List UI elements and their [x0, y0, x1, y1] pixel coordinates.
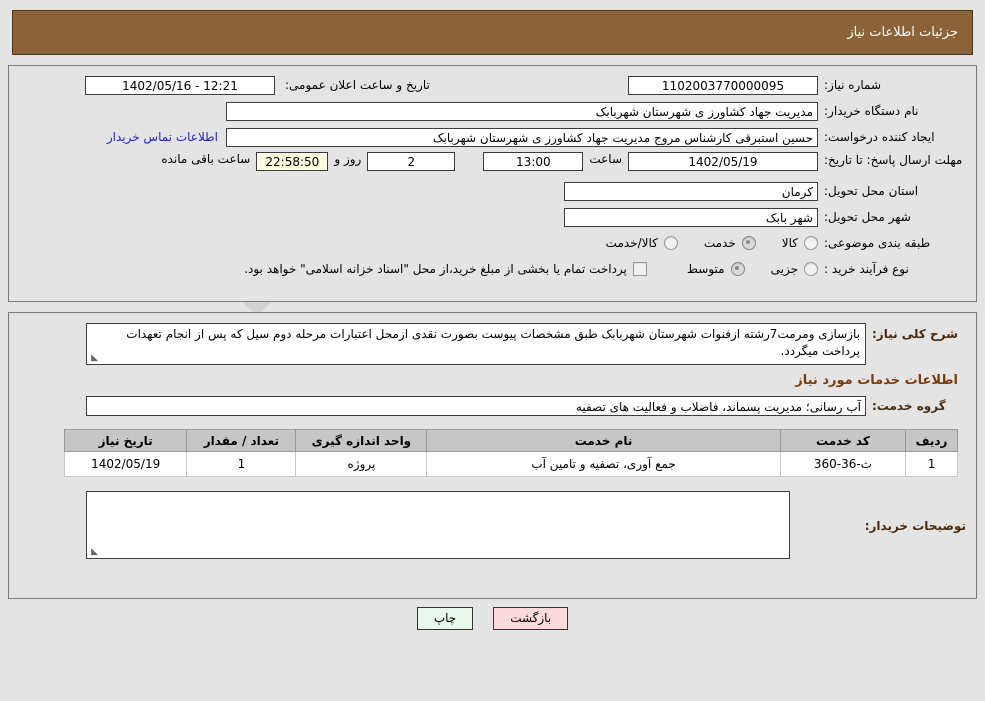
column-header-name: نام خدمت [426, 429, 781, 452]
services-table: ردیف کد خدمت نام خدمت واحد اندازه گیری ت… [63, 429, 958, 477]
radio-icon[interactable] [804, 236, 818, 250]
need-number-value: 1102003770000095 [628, 75, 818, 95]
column-header-code: کد خدمت [779, 429, 907, 452]
deadline-time-label: ساعت [589, 152, 622, 166]
treasury-bond-checkbox-option[interactable]: پرداخت تمام یا بخشی از مبلغ خرید،از محل … [244, 262, 647, 276]
radio-icon[interactable] [663, 236, 678, 250]
row-city: شهر محل تحویل: شهر بابک [19, 206, 966, 228]
column-header-need-date: تاریخ نیاز [63, 429, 188, 452]
services-heading: اطلاعات خدمات مورد نیاز [795, 373, 958, 388]
cell-quantity: 1 [186, 451, 297, 477]
buyer-org-label: نام دستگاه خریدار: [824, 104, 919, 118]
requester-value: حسین استبرقی کارشناس مروج مدیریت جهاد کش… [226, 127, 818, 147]
treasury-bond-checkbox-label: پرداخت تمام یا بخشی از مبلغ خرید،از محل … [244, 262, 627, 276]
deadline-date-value: 1402/05/19 [628, 152, 818, 171]
column-header-radif: ردیف [905, 429, 958, 452]
announce-datetime-value: 12:21 - 1402/05/16 [85, 75, 275, 95]
service-group-label: گروه خدمت: [872, 399, 946, 413]
checkbox-icon[interactable] [632, 262, 647, 276]
announce-datetime-label: تاریخ و ساعت اعلان عمومی: [285, 78, 430, 92]
table-header-row: ردیف کد خدمت نام خدمت واحد اندازه گیری ت… [63, 429, 958, 452]
city-label: شهر محل تحویل: [824, 210, 911, 224]
purchase-type-label: نوع فرآیند خرید : [824, 262, 909, 276]
row-requester: ایجاد کننده درخواست: حسین استبرقی کارشنا… [19, 126, 966, 148]
category-radio-group: کالا خدمت کالا/خدمت [580, 236, 818, 250]
purchase-type-option-label: متوسط [686, 262, 725, 276]
deadline-label: مهلت ارسال پاسخ: تا تاریخ: [824, 153, 963, 167]
general-description-label: شرح کلی نیاز: [872, 327, 958, 341]
table-row: 1 ث-36-360 جمع آوری، تصفیه و تامین آب پر… [63, 451, 958, 477]
category-option-kala[interactable]: کالا [782, 236, 818, 250]
cell-name: جمع آوری، تصفیه و تامین آب [426, 451, 781, 477]
need-info-panel: شماره نیاز: 1102003770000095 تاریخ و ساع… [8, 65, 977, 302]
row-general-description: شرح کلی نیاز: بازسازی ومرمت7رشته ازفنوات… [19, 323, 966, 365]
services-panel: شرح کلی نیاز: بازسازی ومرمت7رشته ازفنوات… [8, 312, 977, 599]
row-category: طبقه بندی موضوعی: کالا خدمت کالا/خدمت [19, 232, 966, 254]
need-number-label: شماره نیاز: [824, 78, 881, 92]
column-header-quantity: تعداد / مقدار [186, 429, 297, 452]
deadline-countdown-label: ساعت باقی مانده [161, 152, 251, 166]
back-button[interactable]: بازگشت [493, 607, 569, 630]
deadline-countdown-value: 22:58:50 [256, 152, 329, 171]
row-deadline: مهلت ارسال پاسخ: تا تاریخ: 1402/05/19 سا… [19, 152, 966, 174]
buyer-notes-label: توضیحات خریدار: [864, 519, 966, 533]
deadline-time-value: 13:00 [483, 152, 584, 171]
resize-grip-icon[interactable]: ◣ [89, 548, 98, 557]
service-group-value: آب رسانی؛ مدیریت پسماند، فاضلاب و فعالیت… [86, 396, 866, 416]
purchase-type-radio-group: جزیی متوسط [661, 262, 818, 276]
buyer-org-value: مدیریت جهاد کشاورز ی شهرستان شهربابک [226, 101, 818, 121]
deadline-days-label: روز و [334, 152, 362, 166]
cell-unit: پروژه [295, 451, 428, 477]
category-option-khedmat[interactable]: خدمت [704, 236, 756, 250]
footer-actions: بازگشت چاپ [0, 607, 985, 630]
purchase-type-option-motevaset[interactable]: متوسط [687, 262, 745, 276]
purchase-type-option-jozei[interactable]: جزیی [771, 262, 818, 276]
column-header-unit: واحد اندازه گیری [295, 429, 428, 452]
cell-need-date: 1402/05/19 [63, 451, 188, 477]
city-value: شهر بابک [564, 207, 818, 227]
row-buyer-org: نام دستگاه خریدار: مدیریت جهاد کشاورز ی … [19, 100, 966, 122]
category-label: طبقه بندی موضوعی: [824, 236, 931, 250]
general-description-text: بازسازی ومرمت7رشته ازفنوات شهرستان شهربا… [126, 327, 860, 358]
category-option-label: کالا [781, 236, 798, 250]
page-title: جزئیات اطلاعات نیاز [847, 25, 958, 40]
requester-label: ایجاد کننده درخواست: [824, 130, 935, 144]
category-option-label: کالا/خدمت [605, 236, 658, 250]
province-value: کرمان [564, 181, 818, 201]
category-option-label: خدمت [703, 236, 736, 250]
cell-code: ث-36-360 [779, 451, 907, 477]
buyer-contact-link[interactable]: اطلاعات تماس خریدار [99, 130, 226, 144]
purchase-type-option-label: جزیی [770, 262, 798, 276]
print-button[interactable]: چاپ [416, 607, 474, 630]
province-label: استان محل تحویل: [824, 184, 919, 198]
row-service-group: گروه خدمت: آب رسانی؛ مدیریت پسماند، فاضل… [19, 395, 966, 417]
row-need-number: شماره نیاز: 1102003770000095 تاریخ و ساع… [19, 74, 966, 96]
resize-grip-icon[interactable]: ◣ [89, 354, 98, 363]
row-purchase-type: نوع فرآیند خرید : جزیی متوسط پرداخت تمام… [19, 258, 966, 280]
radio-selected-icon[interactable] [730, 262, 745, 276]
row-buyer-notes: توضیحات خریدار: ◣ [19, 491, 966, 559]
cell-radif: 1 [905, 451, 958, 477]
radio-selected-icon[interactable] [741, 236, 756, 250]
page-header: جزئیات اطلاعات نیاز [12, 10, 973, 55]
general-description-value[interactable]: بازسازی ومرمت7رشته ازفنوات شهرستان شهربا… [86, 323, 866, 365]
buyer-notes-value[interactable]: ◣ [86, 491, 790, 559]
radio-icon[interactable] [804, 262, 818, 276]
category-option-kala-khedmat[interactable]: کالا/خدمت [606, 236, 678, 250]
deadline-days-value: 2 [367, 152, 456, 171]
row-province: استان محل تحویل: کرمان [19, 180, 966, 202]
